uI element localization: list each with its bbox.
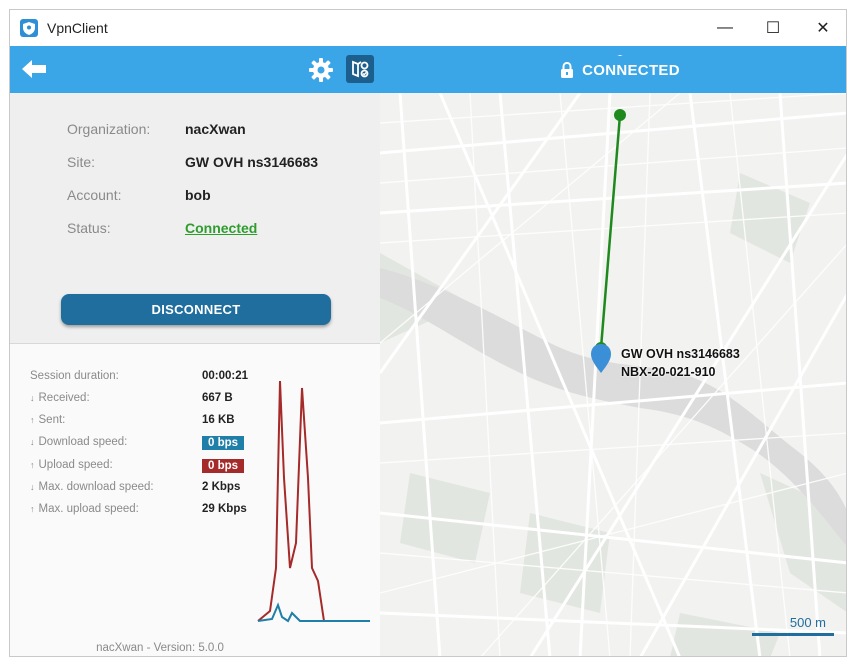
download-traffic-line <box>257 602 370 623</box>
map-mode-button[interactable] <box>346 55 374 83</box>
sent-value: 16 KB <box>202 414 235 426</box>
minimize-button[interactable]: — <box>702 10 748 46</box>
map-scale-label: 500 m <box>789 615 826 630</box>
city-map <box>380 93 846 656</box>
arrow-down-icon: ↓ <box>30 482 35 492</box>
traffic-graph <box>257 380 370 623</box>
session-duration-value: 00:00:21 <box>202 370 249 382</box>
title-bar: VpnClient — ☐ ✕ <box>10 10 846 46</box>
map-view[interactable]: GW OVH ns3146683 NBX-20-021-910 500 m <box>380 93 846 656</box>
received-label: Received: <box>38 392 90 404</box>
status-link[interactable]: Connected <box>185 220 257 236</box>
upload-speed-label: Upload speed: <box>38 459 113 471</box>
app-shield-icon <box>20 19 38 37</box>
received-value: 667 B <box>202 392 233 404</box>
download-speed-label: Download speed: <box>38 436 128 448</box>
gateway-label[interactable]: GW OVH ns3146683 NBX-20-021-910 <box>621 345 740 381</box>
sent-label: Sent: <box>38 414 66 426</box>
arrow-left-icon <box>22 60 46 78</box>
max-download-label: Max. download speed: <box>38 481 154 493</box>
max-upload-label: Max. upload speed: <box>38 503 139 515</box>
max-download-value: 2 Kbps <box>202 481 241 493</box>
arrow-up-icon: ↑ <box>30 415 35 425</box>
back-button[interactable] <box>20 57 48 81</box>
max-upload-value: 29 Kbps <box>202 503 247 515</box>
organization-label: Organization: <box>67 121 151 137</box>
arrow-up-icon: ↑ <box>30 460 35 470</box>
arrow-down-icon: ↓ <box>30 437 35 447</box>
site-label: Site: <box>67 154 96 170</box>
download-speed-badge: 0 bps <box>202 436 245 450</box>
disconnect-button[interactable]: DISCONNECT <box>61 294 331 325</box>
connection-status-text: CONNECTED <box>582 61 680 79</box>
gateway-id: NBX-20-021-910 <box>621 365 716 379</box>
lock-icon <box>561 62 574 78</box>
status-label: Status: <box>67 220 111 236</box>
map-pin-icon <box>352 60 369 78</box>
toolbar <box>10 46 846 93</box>
session-duration-label: Session duration: <box>30 370 119 382</box>
arrow-down-icon: ↓ <box>30 393 35 403</box>
site-value: GW OVH ns3146683 <box>185 154 319 170</box>
account-value: bob <box>185 187 211 203</box>
upload-traffic-line <box>257 380 370 622</box>
gear-icon <box>309 58 333 82</box>
version-footer: nacXwan - Version: 5.0.0 <box>96 642 224 654</box>
map-scale-bar <box>752 633 834 636</box>
connection-status-tab: CONNECTED <box>528 56 712 84</box>
gateway-name: GW OVH ns3146683 <box>621 347 740 361</box>
window-title: VpnClient <box>47 20 108 36</box>
vpn-client-window: VpnClient — ☐ ✕ CONNECTED Organization: … <box>9 9 847 657</box>
upload-speed-badge: 0 bps <box>202 459 245 473</box>
account-label: Account: <box>67 187 122 203</box>
maximize-button[interactable]: ☐ <box>750 10 796 46</box>
close-button[interactable]: ✕ <box>800 10 846 46</box>
settings-button[interactable] <box>308 57 334 83</box>
route-start-dot <box>614 109 626 121</box>
left-panel: Organization: nacXwan Site: GW OVH ns314… <box>10 93 380 656</box>
connection-info: Organization: nacXwan Site: GW OVH ns314… <box>10 93 380 343</box>
arrow-up-icon: ↑ <box>30 504 35 514</box>
map-scale: 500 m <box>752 615 834 636</box>
organization-value: nacXwan <box>185 121 246 137</box>
